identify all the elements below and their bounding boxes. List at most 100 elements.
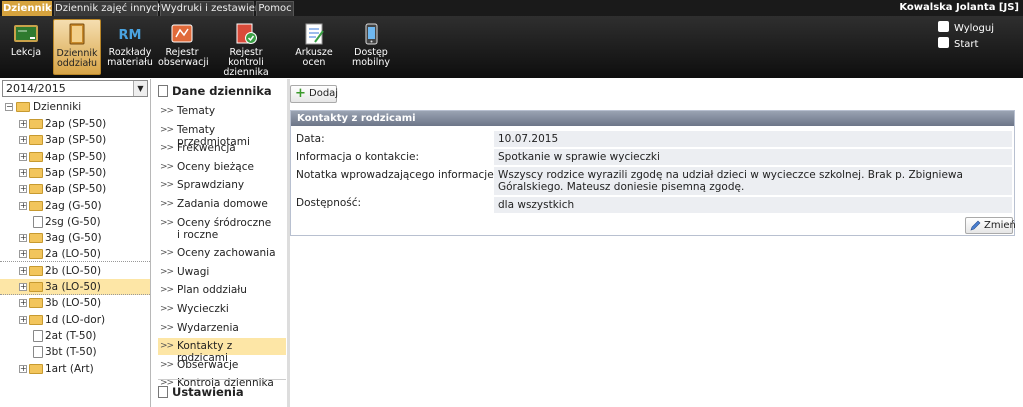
tree-item[interactable]: +2ag (G-50): [0, 198, 150, 214]
tree-item[interactable]: +3b (LO-50): [0, 295, 150, 311]
observation-register-button[interactable]: Rejestr obserwacji: [158, 19, 209, 75]
user-name: Kowalska Jolanta [JS]: [899, 2, 1019, 13]
expand-icon[interactable]: +: [19, 168, 27, 177]
sidebar-item[interactable]: >> Oceny bieżące: [158, 159, 286, 176]
double-chevron-icon: >>: [160, 304, 174, 314]
tab-pomoc[interactable]: Pomoc: [256, 1, 294, 16]
material-plans-button[interactable]: RM Rozkłady materiału: [106, 19, 154, 75]
collapse-icon[interactable]: −: [5, 103, 13, 111]
journal-settings-header[interactable]: Ustawienia dziennika: [158, 382, 286, 407]
sidebar-item[interactable]: >> Tematy: [158, 103, 286, 120]
tree-item[interactable]: +2ap (SP-50): [0, 116, 150, 132]
sidebar-item[interactable]: >> Frekwencja: [158, 140, 286, 157]
tree-root[interactable]: − Dzienniki: [0, 99, 150, 115]
tree-item[interactable]: 2sg (G-50): [0, 214, 150, 230]
double-chevron-icon: >>: [160, 217, 174, 228]
journal-control-register-button[interactable]: Rejestr kontroli dziennika: [214, 19, 278, 78]
journal-data-header[interactable]: Dane dziennika: [158, 81, 286, 101]
sidebar-item[interactable]: >> Wydarzenia: [158, 320, 286, 337]
edit-button-label: Zmień: [984, 220, 1016, 231]
expand-icon[interactable]: +: [19, 120, 27, 128]
tree-item-label: 1art (Art): [45, 362, 94, 375]
sidebar-item-label: Zadania domowe: [177, 198, 268, 210]
tab-dziennik[interactable]: Dziennik: [2, 1, 52, 16]
sidebar-item[interactable]: >> Kontakty z rodzicami: [158, 338, 286, 364]
folder-icon: [29, 298, 43, 309]
expand-icon[interactable]: +: [19, 152, 27, 161]
observation-icon: [171, 24, 193, 43]
sidebar-item[interactable]: >> Zadania domowe: [158, 196, 286, 213]
sidebar-item[interactable]: >> Wycieczki: [158, 301, 286, 318]
folder-icon: [29, 167, 43, 178]
date-value: 10.07.2015: [494, 131, 1012, 147]
edit-button[interactable]: Zmień: [965, 217, 1016, 234]
tree-item[interactable]: 2at (T-50): [0, 328, 150, 344]
tab-wydruki-i-zestawienia[interactable]: Wydruki i zestawienia: [160, 1, 270, 16]
sidebar-item-label: Plan oddziału: [177, 284, 247, 297]
tree-item[interactable]: +3ag (G-50): [0, 230, 150, 246]
tree-item[interactable]: +2a (LO-50): [0, 246, 150, 263]
tree-item[interactable]: +2b (LO-50): [0, 263, 150, 279]
sidebar-item[interactable]: >> Plan oddziału: [158, 282, 286, 299]
expand-icon[interactable]: +: [19, 299, 27, 308]
add-button[interactable]: + Dodaj: [290, 85, 338, 103]
tree-item[interactable]: 3bt (T-50): [0, 344, 150, 360]
tree-item[interactable]: +1d (LO-dor): [0, 312, 150, 328]
lesson-button[interactable]: Lekcja: [2, 19, 50, 75]
class-journal-button[interactable]: Dziennik oddziału: [53, 19, 101, 75]
tab-dziennik-zajec-innych[interactable]: Dziennik zajęć innych: [54, 1, 164, 16]
folder-icon: [29, 184, 43, 195]
expand-icon[interactable]: +: [19, 266, 27, 275]
tree-item-label: 2b (LO-50): [45, 264, 102, 277]
expand-icon[interactable]: +: [19, 250, 27, 259]
tree-item[interactable]: +3ap (SP-50): [0, 132, 150, 148]
journal-data-header-label: Dane dziennika: [172, 84, 272, 98]
expand-icon[interactable]: +: [19, 234, 27, 243]
expand-icon[interactable]: +: [19, 136, 27, 145]
folder-icon: [29, 265, 43, 276]
observation-register-label: Rejestr obserwacji: [158, 47, 209, 68]
tree-item-label: 1d (LO-dor): [45, 313, 106, 326]
tree-item-label: 4ap (SP-50): [45, 150, 107, 163]
top-menu-bar: Dziennik Dziennik zajęć innych Wydruki i…: [0, 0, 1023, 16]
tree-item[interactable]: +3a (LO-50): [0, 279, 150, 295]
logout-link[interactable]: Wyloguj: [938, 21, 994, 35]
sidebar-item[interactable]: >> Tematy przedmiotami: [158, 122, 286, 148]
settings-document-icon: [158, 386, 168, 398]
tree-item[interactable]: +6ap (SP-50): [0, 181, 150, 197]
start-link[interactable]: Start: [938, 37, 978, 51]
sidebar-item-label: Oceny zachowania: [177, 247, 276, 260]
tree-item[interactable]: +4ap (SP-50): [0, 149, 150, 165]
sidebar-item-label: Uwagi: [177, 265, 210, 278]
folder-icon: [29, 233, 43, 244]
home-icon: [938, 37, 949, 48]
expand-icon[interactable]: +: [19, 283, 27, 291]
sidebar-item[interactable]: >> Obserwacje: [158, 357, 286, 374]
mobile-access-button[interactable]: Dostęp mobilny: [347, 19, 395, 75]
folder-icon: [29, 282, 43, 292]
grade-sheets-button[interactable]: Arkusze ocen: [290, 19, 338, 75]
sidebar-item[interactable]: >> Oceny śródroczne i roczne: [158, 215, 286, 244]
expand-icon[interactable]: +: [19, 201, 27, 210]
sidebar-item[interactable]: >> Sprawdziany: [158, 177, 286, 194]
tree-item-label: 3a (LO-50): [45, 281, 101, 293]
expand-icon[interactable]: +: [19, 315, 27, 324]
svg-text:RM: RM: [119, 28, 142, 43]
sidebar-item[interactable]: >> Oceny zachowania: [158, 245, 286, 262]
chevron-down-icon: ▼: [133, 81, 147, 96]
lesson-label: Lekcja: [10, 47, 42, 58]
expand-icon[interactable]: +: [19, 364, 27, 373]
tree-item-label: 5ap (SP-50): [45, 166, 107, 179]
tree-item[interactable]: +1art (Art): [0, 361, 150, 377]
tree-item-label: 2a (LO-50): [45, 248, 101, 261]
control-register-icon: [236, 23, 257, 44]
tree-item-label: 2at (T-50): [45, 329, 97, 342]
main-content: + Dodaj Kontakty z rodzicami Data: 10.07…: [290, 79, 1023, 407]
expand-icon[interactable]: +: [19, 185, 27, 194]
tree-item[interactable]: +5ap (SP-50): [0, 165, 150, 181]
double-chevron-icon: >>: [160, 359, 174, 370]
sidebar-item[interactable]: >> Uwagi: [158, 264, 286, 281]
school-year-select[interactable]: 2014/2015 ▼: [2, 80, 148, 97]
lock-icon: [938, 21, 949, 32]
tree-item-label: 2ag (G-50): [45, 199, 102, 212]
